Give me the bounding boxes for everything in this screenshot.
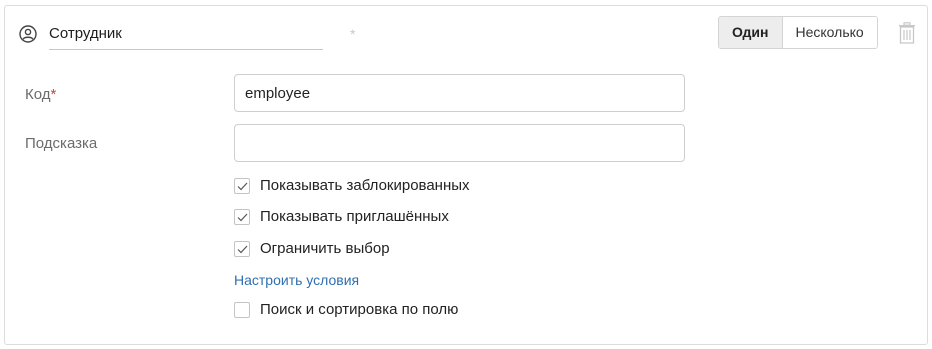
user-circle-icon [19, 25, 37, 43]
checkmark-icon [237, 182, 247, 190]
show-invited-checkbox[interactable]: Показывать приглашённых [234, 207, 449, 227]
search-sort-checkbox[interactable]: Поиск и сортировка по полю [234, 300, 458, 320]
show-blocked-label: Показывать заблокированных [260, 177, 470, 194]
hint-label: Подсказка [25, 135, 98, 152]
configure-conditions-link[interactable]: Настроить условия [234, 271, 359, 289]
field-name-input[interactable]: Сотрудник [49, 22, 323, 50]
required-star: * [50, 86, 57, 103]
limit-choice-checkbox[interactable]: Ограничить выбор [234, 239, 390, 259]
mode-multiple-button[interactable]: Несколько [782, 17, 877, 48]
show-blocked-checkbox[interactable]: Показывать заблокированных [234, 176, 470, 196]
checkmark-icon [237, 213, 247, 221]
mode-single-button[interactable]: Один [719, 17, 783, 48]
checkbox-box[interactable] [234, 209, 250, 225]
checkmark-icon [237, 245, 247, 253]
code-input[interactable] [234, 74, 685, 112]
limit-choice-label: Ограничить выбор [260, 240, 390, 257]
show-invited-label: Показывать приглашённых [260, 208, 449, 225]
code-label: Код* [25, 86, 57, 103]
search-sort-label: Поиск и сортировка по полю [260, 301, 459, 318]
required-toggle-icon[interactable]: * [350, 26, 355, 42]
hint-input[interactable] [234, 124, 685, 162]
trash-icon[interactable] [898, 22, 916, 44]
checkbox-box[interactable] [234, 178, 250, 194]
checkbox-box[interactable] [234, 241, 250, 257]
field-settings-card: Сотрудник * Один Несколько Код* Подсказк… [4, 5, 928, 345]
selection-mode-toggle: Один Несколько [718, 16, 878, 49]
checkbox-box[interactable] [234, 302, 250, 318]
